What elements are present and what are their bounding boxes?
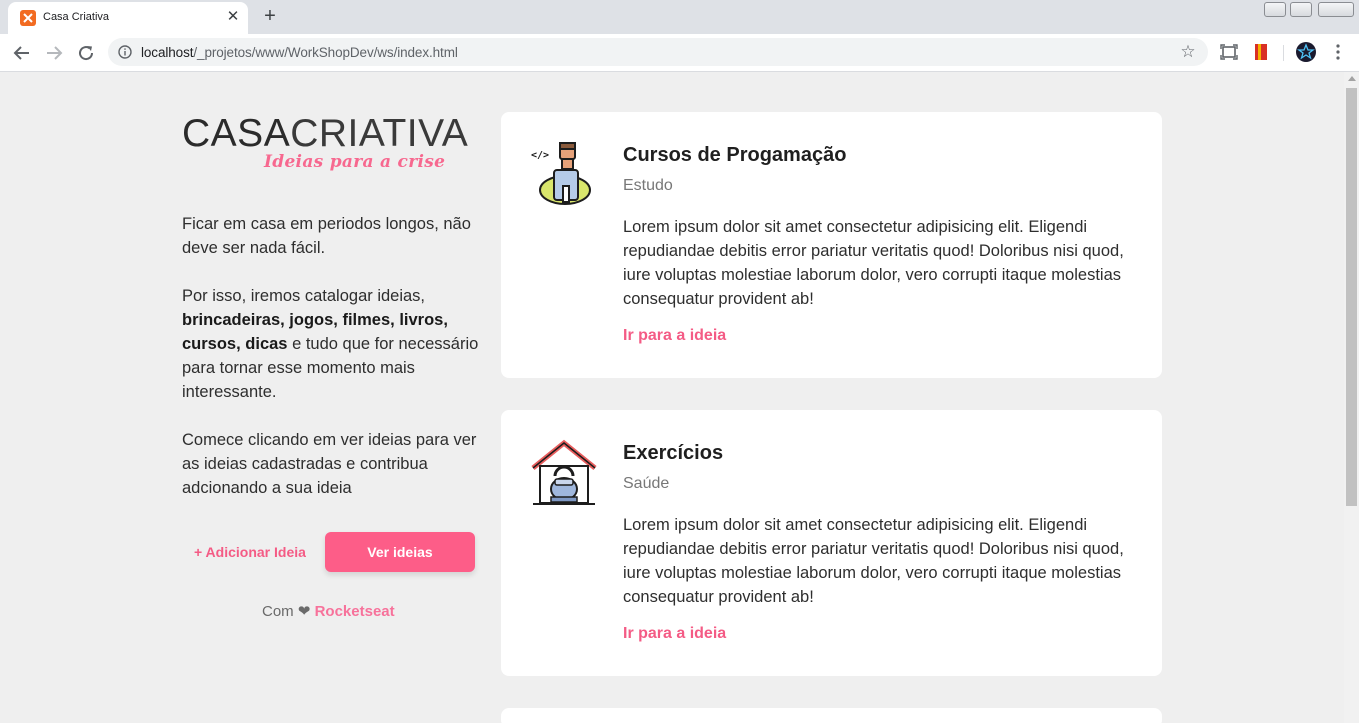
programmer-icon: </> (529, 140, 599, 210)
rocketseat-link[interactable]: Rocketseat (315, 603, 395, 620)
forward-arrow-icon[interactable] (42, 41, 66, 65)
toolbar-separator (1283, 45, 1284, 61)
site-info-icon[interactable] (118, 45, 132, 59)
idea-title: Cursos de Progamação (623, 144, 847, 166)
heart-icon: ❤ (297, 603, 311, 620)
add-idea-link[interactable]: + Adicionar Ideia (194, 544, 306, 560)
intro-paragraph-2: Por isso, iremos catalogar ideias, brinc… (182, 284, 487, 404)
idea-category: Saúde (623, 475, 670, 492)
profile-avatar-icon[interactable] (1296, 42, 1316, 62)
home-workout-icon (529, 438, 599, 508)
tab-title: Casa Criativa (43, 11, 110, 23)
screen-capture-icon[interactable] (1219, 42, 1239, 62)
intro-p2-start: Por isso, iremos catalogar ideias, (182, 287, 426, 305)
idea-card-partial (501, 708, 1162, 723)
intro-text: Ficar em casa em periodos longos, não de… (182, 212, 487, 524)
go-to-idea-link[interactable]: Ir para a ideia (623, 327, 726, 345)
intro-paragraph-1: Ficar em casa em periodos longos, não de… (182, 215, 471, 257)
minimize-window-button[interactable] (1264, 2, 1286, 17)
credit-line: Com ❤ Rocketseat (262, 602, 395, 620)
reload-icon[interactable] (74, 41, 98, 65)
idea-title: Exercícios (623, 442, 724, 464)
url-host: localhost (141, 45, 194, 60)
logo-bold: CASA (182, 112, 291, 155)
idea-card: </> Cursos de Progamação Estudo Lorem ip… (501, 112, 1162, 378)
tab-strip: Casa Criativa ✕ + (0, 0, 1359, 34)
scroll-up-arrow-icon[interactable] (1348, 76, 1356, 81)
back-arrow-icon[interactable] (10, 41, 34, 65)
casa-criativa-logo: CASACRIATIVA Ideias para a crise (182, 112, 482, 182)
logo-thin: CRIATIVA (290, 112, 469, 155)
idea-category: Estudo (623, 177, 673, 194)
svg-text:</>: </> (531, 150, 549, 161)
chrome-menu-icon[interactable] (1328, 42, 1348, 62)
close-tab-icon[interactable]: ✕ (225, 9, 241, 25)
idea-description: Lorem ipsum dolor sit amet consectetur a… (623, 218, 1124, 308)
logo-tagline: Ideias para a crise (264, 152, 446, 172)
browser-toolbar: localhost/_projetos/www/WorkShopDev/ws/i… (0, 34, 1359, 72)
idea-description: Lorem ipsum dolor sit amet consectetur a… (623, 516, 1124, 606)
active-tab[interactable]: Casa Criativa ✕ (8, 2, 248, 34)
bookmark-star-icon[interactable]: ☆ (1178, 42, 1198, 62)
new-tab-icon[interactable]: + (260, 6, 280, 26)
view-ideas-button[interactable]: Ver ideias (325, 532, 475, 572)
url-text: localhost/_projetos/www/WorkShopDev/ws/i… (141, 45, 458, 60)
url-path: /_projetos/www/WorkShopDev/ws/index.html (193, 45, 458, 60)
idea-card: Exercícios Saúde Lorem ipsum dolor sit a… (501, 410, 1162, 676)
scrollbar-thumb[interactable] (1346, 88, 1357, 506)
address-bar[interactable]: localhost/_projetos/www/WorkShopDev/ws/i… (108, 38, 1208, 66)
go-to-idea-link[interactable]: Ir para a ideia (623, 625, 726, 643)
page-scrollbar[interactable] (1344, 72, 1359, 723)
credit-prefix: Com (262, 603, 294, 620)
close-window-button[interactable] (1318, 2, 1354, 17)
xampp-favicon-icon (20, 10, 36, 26)
restore-window-button[interactable] (1290, 2, 1312, 17)
logo-wordmark: CASACRIATIVA (182, 112, 468, 156)
bookmark-extension-icon[interactable] (1251, 42, 1271, 62)
intro-paragraph-3: Comece clicando em ver ideias para ver a… (182, 431, 477, 497)
